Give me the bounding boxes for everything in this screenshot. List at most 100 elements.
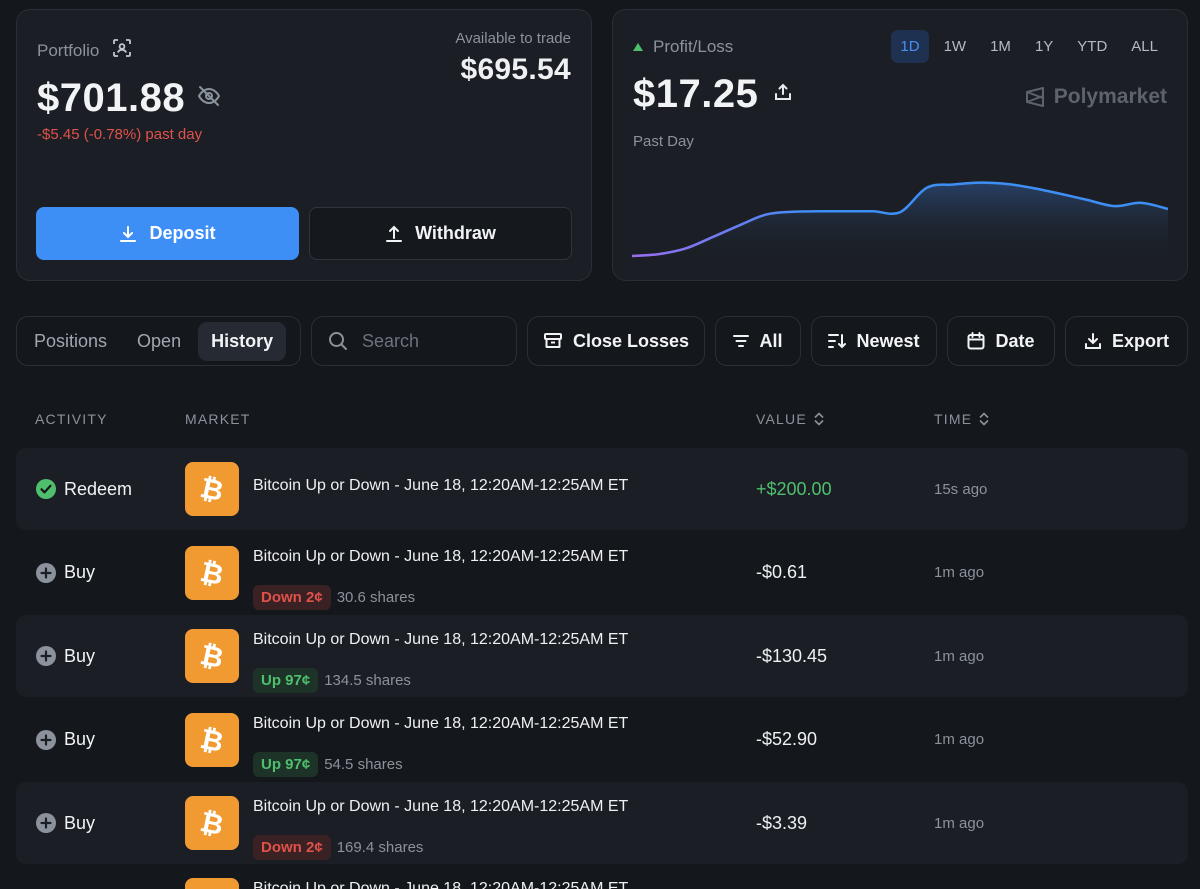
export-label: Export (1111, 330, 1169, 351)
table-row[interactable]: Buy ₿ Bitcoin Up or Down - June 18, 12:20A… (16, 615, 1188, 697)
close-losses-label: Close Losses (572, 330, 690, 351)
value-cell: +$200.00 (756, 478, 832, 499)
bitcoin-icon: ₿ (185, 796, 239, 850)
plus-circle-icon (36, 646, 56, 666)
market-title[interactable]: Bitcoin Up or Down - June 18, 12:20AM-12… (253, 548, 628, 566)
date-button[interactable]: Date (947, 316, 1055, 366)
profit-loss-card: Profit/Loss 1D 1W 1M 1Y YTD ALL $17.25 Polyma… (612, 9, 1188, 281)
check-circle-icon (36, 479, 56, 499)
activity-cell: Redeem (36, 448, 132, 530)
bitcoin-icon: ₿ (185, 545, 239, 600)
tab-positions[interactable]: Positions (21, 322, 120, 361)
column-header-time[interactable]: TIME (934, 411, 990, 427)
activity-label: Buy (64, 729, 96, 749)
activity-label: Buy (64, 645, 96, 666)
position-meta: Down 2¢ 30.6 shares (253, 584, 416, 610)
sort-button[interactable]: Newest (811, 316, 937, 366)
position-meta: Down 2¢ 169.4 shares (253, 835, 423, 860)
range-option-1y[interactable]: 1Y (1026, 30, 1062, 63)
withdraw-label: Withdraw (415, 223, 496, 243)
time-cell: 1m ago (934, 814, 985, 832)
shares-count: 30.6 shares (336, 588, 416, 606)
calendar-icon (967, 332, 985, 350)
header-value-label: VALUE (756, 411, 807, 427)
search-box[interactable] (311, 316, 517, 366)
outcome-badge: Down 2¢ (253, 835, 331, 860)
portfolio-value: $701.88 (37, 76, 186, 120)
market-title[interactable]: Bitcoin Up or Down - June 18, 12:20AM-12… (253, 798, 628, 816)
range-option-all[interactable]: ALL (1122, 30, 1167, 63)
market-title[interactable]: Bitcoin Up or Down - June 18, 12:20AM-12… (253, 631, 628, 649)
polymarket-logo-icon (1025, 87, 1044, 107)
bitcoin-icon (185, 878, 239, 889)
range-option-ytd[interactable]: YTD (1068, 30, 1116, 63)
activity-cell: Buy (36, 699, 95, 781)
time-cell: 1m ago (934, 731, 985, 748)
pnl-period-label: Past Day (633, 133, 694, 150)
range-option-1d[interactable]: 1D (891, 30, 929, 63)
time-cell: 1m ago (934, 564, 985, 581)
market-title[interactable]: Bitcoin Up or Down - June 18, 12:20AM-12… (253, 715, 628, 733)
table-row[interactable]: Buy ₿ Bitcoin Up or Down - June 18, 12:20A… (16, 532, 1188, 614)
filter-button[interactable]: All (715, 316, 801, 366)
svg-text:₿: ₿ (198, 474, 226, 504)
tab-open[interactable]: Open (124, 322, 194, 361)
search-input[interactable] (362, 330, 502, 352)
close-losses-button[interactable]: Close Losses (527, 316, 705, 366)
date-label: Date (995, 330, 1035, 351)
range-option-1m[interactable]: 1M (981, 30, 1020, 63)
bitcoin-icon: ₿ (185, 712, 239, 767)
range-option-1w[interactable]: 1W (935, 30, 976, 63)
filter-label: All (759, 330, 783, 351)
positions-tabs: Positions Open History (16, 316, 301, 366)
sort-toggle-icon (979, 412, 989, 426)
portfolio-change: -$5.45 (-0.78%) past day (37, 126, 203, 143)
pnl-value-row: $17.25 (633, 72, 792, 117)
svg-text:₿: ₿ (198, 808, 226, 838)
shares-count: 54.5 shares (324, 755, 403, 773)
polymarket-brand: Polymarket (1024, 85, 1167, 109)
portfolio-card: Portfolio $701.88 -$5.45 (-0.78%) past d… (16, 9, 592, 281)
activity-label: Redeem (64, 478, 133, 499)
table-row[interactable]: Redeem ₿ Bitcoin Up or Down - June 18, 12:… (16, 448, 1188, 530)
header-market-label: MARKET (185, 411, 251, 427)
position-meta: Up 97¢ 134.5 shares (253, 668, 411, 693)
eye-off-icon[interactable] (197, 84, 221, 113)
shares-count: 134.5 shares (324, 672, 411, 689)
header-activity-label: ACTIVITY (35, 411, 108, 427)
pnl-header: Profit/Loss (633, 37, 733, 57)
withdraw-button[interactable]: Withdraw (309, 207, 572, 260)
value-cell: -$3.39 (756, 812, 808, 833)
export-button[interactable]: Export (1065, 316, 1188, 366)
outcome-badge: Up 97¢ (253, 668, 319, 693)
brand-name: Polymarket (1053, 85, 1167, 108)
market-title[interactable]: Bitcoin Up or Down - June 18, 12:20AM-12… (253, 477, 628, 495)
sort-toggle-icon (814, 412, 824, 426)
download-icon (1084, 333, 1101, 349)
deposit-label: Deposit (149, 223, 216, 243)
time-cell: 1m ago (934, 647, 985, 665)
bitcoin-icon: ₿ (185, 462, 239, 516)
share-icon[interactable] (774, 83, 792, 106)
value-cell: -$130.45 (756, 645, 828, 666)
svg-text:₿: ₿ (198, 641, 226, 671)
time-range-selector: 1D 1W 1M 1Y YTD ALL (891, 30, 1167, 63)
deposit-button[interactable]: Deposit (36, 207, 299, 260)
sort-label: Newest (856, 330, 920, 351)
table-row[interactable]: Buy ₿ Bitcoin Up or Down - June 18, 12:20A… (16, 699, 1188, 781)
outcome-badge: Up 97¢ (253, 751, 319, 777)
svg-text:₿: ₿ (198, 725, 226, 755)
scan-icon[interactable] (113, 39, 132, 62)
column-header-value[interactable]: VALUE (756, 411, 825, 427)
column-header-market: MARKET (185, 411, 251, 427)
triangle-up-icon (633, 43, 643, 51)
svg-text:₿: ₿ (198, 558, 226, 588)
upload-icon (386, 225, 403, 242)
download-icon (120, 225, 137, 242)
pnl-label: Profit/Loss (653, 37, 734, 56)
tab-history[interactable]: History (198, 321, 287, 361)
table-row[interactable]: Buy ₿ Bitcoin Up or Down - June 18, 12:20A… (16, 782, 1188, 864)
search-icon (329, 332, 347, 350)
activity-cell: Buy (36, 615, 95, 697)
sort-icon (828, 334, 847, 349)
